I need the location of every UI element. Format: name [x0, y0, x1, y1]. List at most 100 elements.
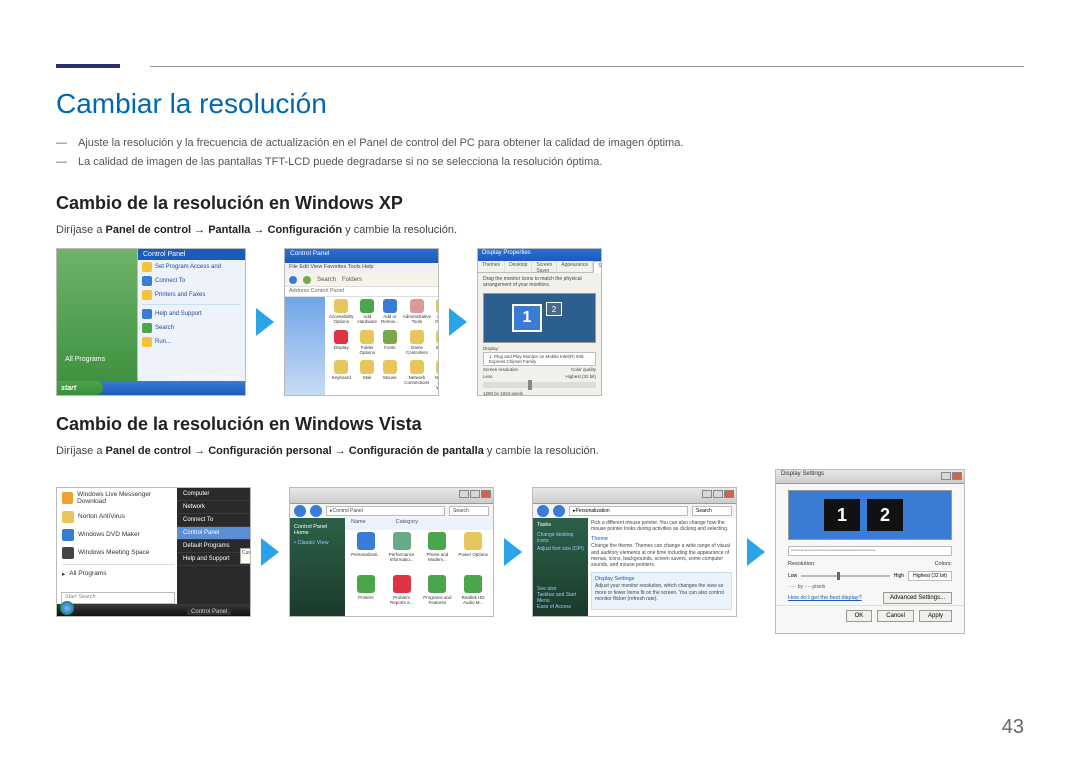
cp-icon[interactable]: Fonts — [381, 330, 399, 356]
forward-icon[interactable] — [303, 276, 311, 284]
tab-themes[interactable]: Themes — [478, 261, 505, 272]
seealso-link[interactable]: Ease of Access — [537, 604, 588, 610]
cp-icon[interactable]: Accessibility Options — [329, 299, 354, 325]
back-icon[interactable] — [294, 505, 306, 517]
task-link[interactable]: Change desktop icons — [537, 531, 584, 545]
cancel-button[interactable]: Cancel — [877, 610, 914, 622]
monitor-1-icon[interactable]: 1 — [512, 304, 542, 332]
menu-item[interactable]: Set Program Access and — [155, 264, 221, 270]
tab-settings[interactable]: Settings — [593, 261, 602, 273]
cp-icon[interactable]: Internet O... — [435, 330, 439, 356]
cp-icon[interactable]: Performance Informatio... — [386, 532, 418, 569]
close-icon[interactable] — [952, 472, 962, 480]
menu-item[interactable]: Windows DVD Maker — [57, 526, 179, 544]
cp-icon[interactable]: Network Setup Wizard — [435, 360, 439, 391]
maximize-icon[interactable] — [470, 490, 480, 498]
col-header[interactable]: Name — [351, 519, 366, 529]
cp-icon[interactable]: Mail — [358, 360, 378, 391]
minimize-icon[interactable] — [702, 490, 712, 498]
cp-icon[interactable]: Realtek HD Audio M... — [457, 575, 489, 612]
menu-item[interactable]: Search — [155, 325, 174, 331]
cp-icon[interactable]: Printers — [350, 575, 382, 612]
menu-item[interactable]: Printers and Faxes — [155, 292, 205, 298]
cp-icon[interactable]: Add Hardware — [358, 299, 378, 325]
monitor-1-icon[interactable]: 1 — [824, 499, 860, 531]
ok-button[interactable]: OK — [846, 610, 873, 622]
apply-button[interactable]: Apply — [919, 610, 952, 622]
address-bar[interactable]: ▸ Control Panel — [326, 506, 445, 516]
cp-icon[interactable]: Personalizati... — [350, 532, 382, 569]
address-bar[interactable]: Address Control Panel — [285, 287, 438, 297]
advanced-settings-button[interactable]: Advanced Settings... — [883, 592, 952, 604]
side-link[interactable]: Control Panel Home — [294, 522, 341, 538]
search-input[interactable]: Search — [692, 506, 732, 516]
monitor-preview[interactable]: 1 2 — [483, 293, 596, 343]
menu-item[interactable]: Help and Support — [155, 311, 202, 317]
maximize-icon[interactable] — [713, 490, 723, 498]
search-label[interactable]: Search — [317, 277, 336, 283]
menu-item[interactable]: Connect To — [177, 514, 250, 527]
theme-link[interactable]: Theme — [591, 536, 732, 542]
menu-item[interactable]: Connect To — [155, 278, 185, 284]
start-button[interactable]: start — [57, 381, 103, 395]
cp-icon[interactable]: Game Controllers — [403, 330, 431, 356]
monitor-2-icon[interactable]: 2 — [546, 302, 562, 316]
close-icon[interactable] — [481, 490, 491, 498]
color-dropdown[interactable]: Highest (32 bit) — [908, 571, 952, 581]
seealso-link[interactable]: Taskbar and Start Menu — [537, 592, 588, 604]
cp-icon[interactable]: Programs and Features — [422, 575, 454, 612]
toolbar[interactable]: Search Folders — [285, 273, 438, 287]
display-settings-link[interactable]: Display Settings — [595, 576, 728, 582]
menu-item[interactable]: Windows Live Messenger Download — [57, 488, 179, 508]
cp-icon[interactable]: Keyboard — [329, 360, 354, 391]
task-link[interactable]: Adjust font size (DPI) — [537, 545, 584, 553]
start-search-input[interactable]: Start Search — [61, 592, 175, 604]
cp-icon[interactable]: Add or Remov... — [381, 299, 399, 325]
taskbar-button[interactable]: Control Panel — [187, 609, 231, 615]
cp-icon[interactable]: Problem Reports a... — [386, 575, 418, 612]
all-programs[interactable]: All Programs — [65, 356, 105, 363]
forward-icon[interactable] — [310, 505, 322, 517]
menu-item[interactable]: Run... — [155, 339, 171, 345]
close-icon[interactable] — [724, 490, 734, 498]
cp-icon[interactable]: Adobe Gamma — [435, 299, 439, 325]
cp-icon[interactable]: Mouse — [381, 360, 399, 391]
monitor-preview[interactable]: 1 2 — [788, 490, 952, 540]
monitor-2-icon[interactable]: 2 — [867, 499, 903, 531]
back-icon[interactable] — [537, 505, 549, 517]
search-input[interactable]: Search — [449, 506, 489, 516]
display-dropdown[interactable]: 1. Plug and Play Monitor on Mobile Intel… — [489, 354, 590, 364]
menu-bar[interactable]: File Edit View Favorites Tools Help — [285, 263, 438, 273]
minimize-icon[interactable] — [459, 490, 469, 498]
text: Diríjase a — [56, 445, 106, 457]
folders-label[interactable]: Folders — [342, 277, 362, 283]
tab-desktop[interactable]: Desktop — [505, 261, 532, 272]
menu-item[interactable]: Network — [177, 501, 250, 514]
monitor-dropdown[interactable]: ****************************************… — [788, 546, 952, 556]
menu-item[interactable]: Norton AntiVirus — [57, 508, 179, 526]
col-header[interactable]: Category — [396, 519, 418, 529]
cp-icon[interactable]: Administrative Tools — [403, 299, 431, 325]
forward-icon[interactable] — [553, 505, 565, 517]
resolution-slider[interactable] — [801, 575, 890, 577]
cp-icon[interactable]: Network Connections — [403, 360, 431, 391]
resolution-slider[interactable] — [483, 382, 596, 388]
cp-icon[interactable]: Phone and Modem... — [422, 532, 454, 569]
all-programs[interactable]: ▸ All Programs — [57, 567, 179, 581]
side-link[interactable]: Classic View — [297, 540, 328, 546]
arrow-right-icon — [747, 538, 765, 566]
back-icon[interactable] — [289, 276, 297, 284]
cp-icon[interactable]: Power Options — [457, 532, 489, 569]
tab-screensaver[interactable]: Screen Saver — [532, 261, 557, 272]
cp-icon[interactable]: Folder Options — [358, 330, 378, 356]
start-orb-icon[interactable] — [60, 601, 74, 615]
menu-item[interactable]: Computer — [177, 488, 250, 501]
menu-item[interactable]: Windows Meeting Space — [57, 544, 179, 562]
address-bar[interactable]: ▸ Personalization — [569, 506, 688, 516]
menu-item-control-panel[interactable]: Control Panel — [177, 527, 250, 540]
cp-icon[interactable]: Display — [329, 330, 354, 356]
tab-appearance[interactable]: Appearance — [557, 261, 593, 272]
help-icon[interactable] — [941, 472, 951, 480]
color-dropdown[interactable]: Highest (32 bit) — [565, 374, 596, 379]
help-link[interactable]: How do I get the best display? — [776, 591, 874, 605]
